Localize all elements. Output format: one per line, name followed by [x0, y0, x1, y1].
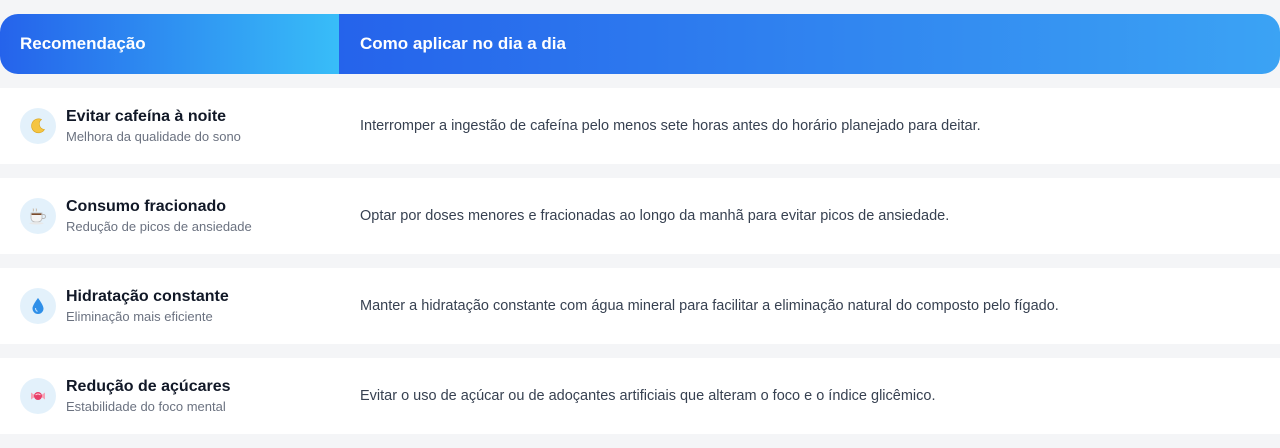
recommendation-cell: Redução de açúcares Estabilidade do foco… [0, 377, 339, 416]
recommendation-title: Consumo fracionado [66, 197, 227, 215]
recommendation-title: Hidratação constante [66, 287, 229, 305]
recommendations-table: Recomendação Como aplicar no dia a dia [0, 14, 1280, 74]
how-to-apply-text: Manter a hidratação constante com água m… [360, 298, 1059, 314]
how-to-apply-text: Evitar o uso de açúcar ou de adoçantes a… [360, 388, 936, 404]
recommendation-subtitle: Eliminação mais eficiente [66, 308, 213, 324]
table-row: Hidratação constante Eliminação mais efi… [0, 268, 1280, 344]
recommendation-subtitle: Melhora da qualidade do sono [66, 128, 241, 144]
candy-icon [20, 378, 56, 414]
table-header: Recomendação Como aplicar no dia a dia [0, 14, 1280, 74]
coffee-cup-icon [20, 198, 56, 234]
header-how-to-apply: Como aplicar no dia a dia [339, 14, 1280, 74]
how-to-apply-text: Interromper a ingestão de cafeína pelo m… [360, 118, 981, 134]
water-drop-icon [20, 288, 56, 324]
recommendation-cell: Consumo fracionado Redução de picos de a… [0, 197, 339, 236]
recommendation-cell: Evitar cafeína à noite Melhora da qualid… [0, 107, 339, 146]
table-row: Evitar cafeína à noite Melhora da qualid… [0, 88, 1280, 164]
recommendation-subtitle: Estabilidade do foco mental [66, 398, 226, 414]
recommendation-subtitle: Redução de picos de ansiedade [66, 218, 252, 234]
recommendation-title: Evitar cafeína à noite [66, 107, 227, 125]
table-row: Redução de açúcares Estabilidade do foco… [0, 358, 1280, 434]
recommendation-title: Redução de açúcares [66, 377, 231, 395]
moon-icon [20, 108, 56, 144]
header-recommendation: Recomendação [0, 14, 339, 74]
recommendation-cell: Hidratação constante Eliminação mais efi… [0, 287, 339, 326]
table-row: Consumo fracionado Redução de picos de a… [0, 178, 1280, 254]
how-to-apply-text: Optar por doses menores e fracionadas ao… [360, 208, 950, 224]
